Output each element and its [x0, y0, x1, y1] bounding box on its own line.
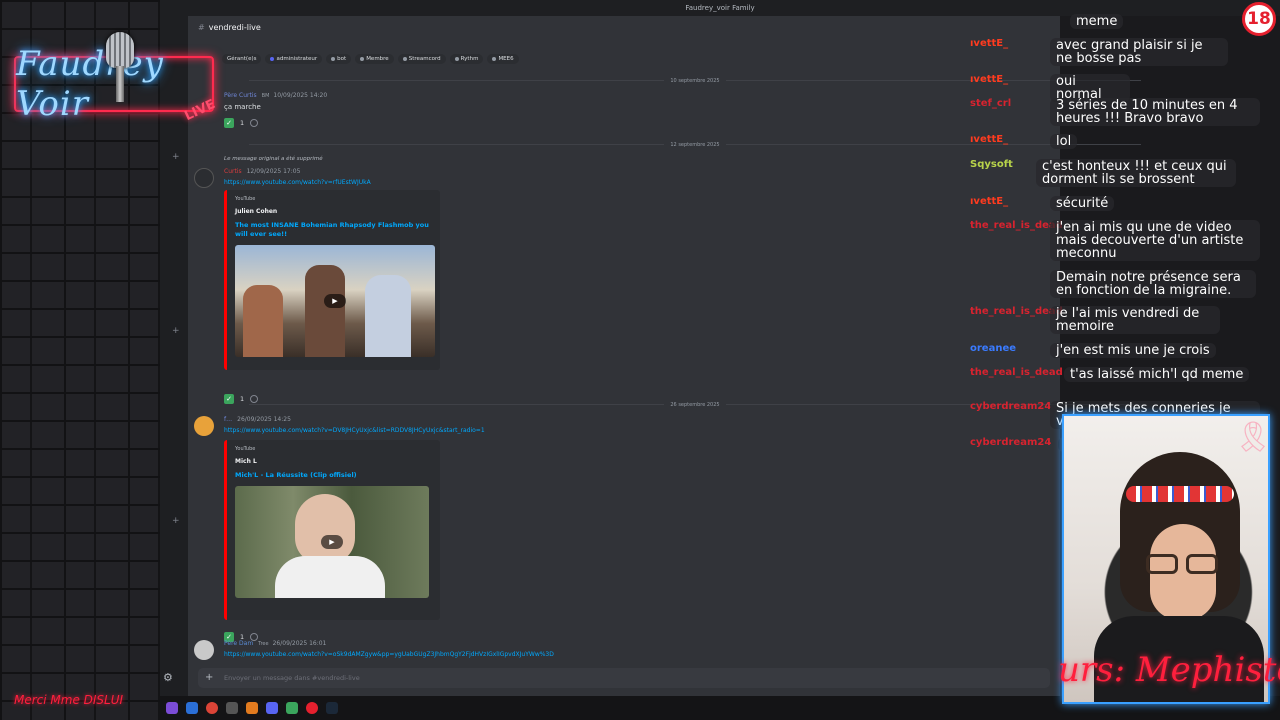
chat-username: cyberdream24 — [970, 437, 1052, 448]
message-input-placeholder: Envoyer un message dans #vendredi-live — [224, 674, 360, 682]
chat-username: Sqysoft — [970, 159, 1013, 170]
author-name[interactable]: Père Curtis — [224, 92, 257, 99]
chat-username: the_real_is_dead — [970, 367, 1063, 378]
author-name[interactable]: Curtis — [224, 168, 242, 175]
embed-provider: YouTube — [235, 446, 256, 452]
app-icon[interactable] — [166, 702, 178, 714]
role-chip[interactable]: bot — [326, 54, 352, 64]
chat-message: Demain notre présence sera en fonction d… — [1050, 270, 1256, 298]
avatar[interactable] — [194, 640, 214, 660]
add-icon[interactable]: + — [172, 152, 180, 162]
chat-username: ıvettE_ — [970, 196, 1009, 207]
steam-icon[interactable] — [326, 702, 338, 714]
channel-header: # vendredi-live — [188, 16, 1060, 40]
age-rating-badge: 18 — [1242, 2, 1276, 36]
app-icon[interactable] — [186, 702, 198, 714]
message-link[interactable]: https://www.youtube.com/watch?v=rfUEstWJ… — [224, 178, 371, 186]
chat-message: j'en ai mis qu une de video mais decouve… — [1050, 220, 1260, 261]
reaction-bar: ✓ 1 — [224, 118, 259, 128]
avatar[interactable] — [194, 416, 214, 436]
chat-username: ıvettE_ — [970, 74, 1009, 85]
message-text: ça marche — [224, 103, 261, 111]
chrome-icon[interactable] — [206, 702, 218, 714]
message-link[interactable]: https://www.youtube.com/watch?v=oSk9dAMZ… — [224, 650, 554, 658]
chat-username: the_real_is_dead — [970, 306, 1063, 317]
ribbon-icon: 🎗 — [1234, 420, 1273, 455]
gear-icon[interactable]: ⚙ — [163, 671, 173, 684]
reply-context[interactable]: Le message original a été supprimé — [224, 156, 323, 162]
add-reaction-icon[interactable] — [250, 119, 259, 127]
chat-message: c'est honteux !!! et ceux qui dorment il… — [1036, 159, 1236, 187]
chat-message: j'en est mis une je crois — [1050, 343, 1216, 358]
chat-username: cyberdream24 — [970, 401, 1052, 412]
chat-username: oreanee — [970, 343, 1017, 354]
message-header: f… 26/09/2025 14:25 — [224, 416, 291, 423]
add-icon[interactable]: + — [172, 326, 180, 336]
message-header: Curtis 12/09/2025 17:05 — [224, 168, 300, 175]
embed-author[interactable]: Mich L — [235, 458, 432, 465]
author-name[interactable]: Père Dam — [224, 640, 253, 647]
chat-message: sécurité — [1050, 196, 1114, 211]
chat-username: ıvettE_ — [970, 38, 1009, 49]
youtube-embed: YouTube Mich L Mich'L - La Réussite (Cli… — [224, 440, 440, 620]
role-chip[interactable]: MEE6 — [487, 54, 519, 64]
timestamp: 12/09/2025 17:05 — [246, 168, 301, 175]
app-icon[interactable] — [306, 702, 318, 714]
app-icon[interactable] — [226, 702, 238, 714]
message-header: Père Curtis BM 10/09/2025 14:20 — [224, 92, 328, 99]
chat-message: avec grand plaisir si je ne bosse pas — [1050, 38, 1228, 66]
role-chip[interactable]: Rythm — [449, 54, 484, 64]
chat-username: ıvettE_ — [970, 134, 1009, 145]
webcam-caption: urs: Mephisto — [1058, 650, 1280, 690]
message-link[interactable]: https://www.youtube.com/watch?v=DV8JHCyU… — [224, 426, 485, 434]
message-input[interactable]: + Envoyer un message dans #vendredi-live — [198, 668, 1050, 688]
youtube-embed: YouTube Julien Cohen The most INSANE Boh… — [224, 190, 440, 370]
embed-title[interactable]: The most INSANE Bohemian Rhapsody Flashm… — [235, 221, 432, 239]
timestamp: 10/09/2025 14:20 — [273, 92, 328, 99]
add-icon[interactable]: + — [172, 516, 180, 526]
app-icon[interactable] — [286, 702, 298, 714]
avatar[interactable] — [194, 168, 214, 188]
timestamp: 26/09/2025 16:01 — [272, 640, 327, 647]
embed-author[interactable]: Julien Cohen — [235, 208, 432, 215]
add-attachment-icon[interactable]: + — [205, 668, 213, 688]
hash-icon: # — [198, 23, 205, 32]
video-thumbnail[interactable]: ▶ — [235, 486, 429, 599]
author-name[interactable]: f… — [224, 416, 232, 423]
app-icon[interactable] — [246, 702, 258, 714]
role-filter-bar: Gérant(e)s administrateur bot Membre Str… — [222, 54, 519, 64]
video-thumbnail[interactable]: ▶ — [235, 245, 435, 358]
play-icon[interactable]: ▶ — [321, 535, 343, 550]
timestamp: 26/09/2025 14:25 — [237, 416, 291, 423]
stream-scene: Faudrey Voir LIVE Faudrey_voir Family + … — [0, 0, 1280, 720]
role-chip[interactable]: Gérant(e)s — [222, 54, 262, 64]
channel-name: vendredi-live — [208, 23, 261, 32]
check-reaction-icon[interactable]: ✓ — [224, 118, 234, 128]
message-header: Père Dam Tree 26/09/2025 16:01 — [224, 640, 327, 647]
microphone-icon — [98, 32, 142, 102]
chat-message: je l'ai mis vendredi de memoire — [1050, 306, 1220, 334]
role-chip[interactable]: administrateur — [265, 54, 323, 64]
role-chip[interactable]: Membre — [355, 54, 394, 64]
chat-message: meme — [1070, 14, 1124, 29]
channel-view: # vendredi-live Gérant(e)s administrateur… — [188, 16, 1060, 696]
chat-message: t'as laissé mich'l qd meme — [1064, 367, 1250, 382]
chat-message: 3 séries de 10 minutes en 4 heures !!! B… — [1050, 98, 1260, 126]
embed-provider: YouTube — [235, 196, 256, 202]
embed-title[interactable]: Mich'L - La Réussite (Clip offisiel) — [235, 471, 432, 480]
chat-username: the_real_is_dead — [970, 220, 1063, 231]
chat-username: stef_crl — [970, 98, 1012, 109]
discord-icon[interactable] — [266, 702, 278, 714]
play-icon[interactable]: ▶ — [324, 294, 346, 309]
ticker-text: Merci Mme DISLUI — [14, 693, 124, 707]
chat-message: lol — [1050, 134, 1078, 149]
stream-chat: meme ıvettE_ avec grand plaisir si je ne b… — [960, 0, 1280, 460]
role-chip[interactable]: Streamcord — [397, 54, 446, 64]
